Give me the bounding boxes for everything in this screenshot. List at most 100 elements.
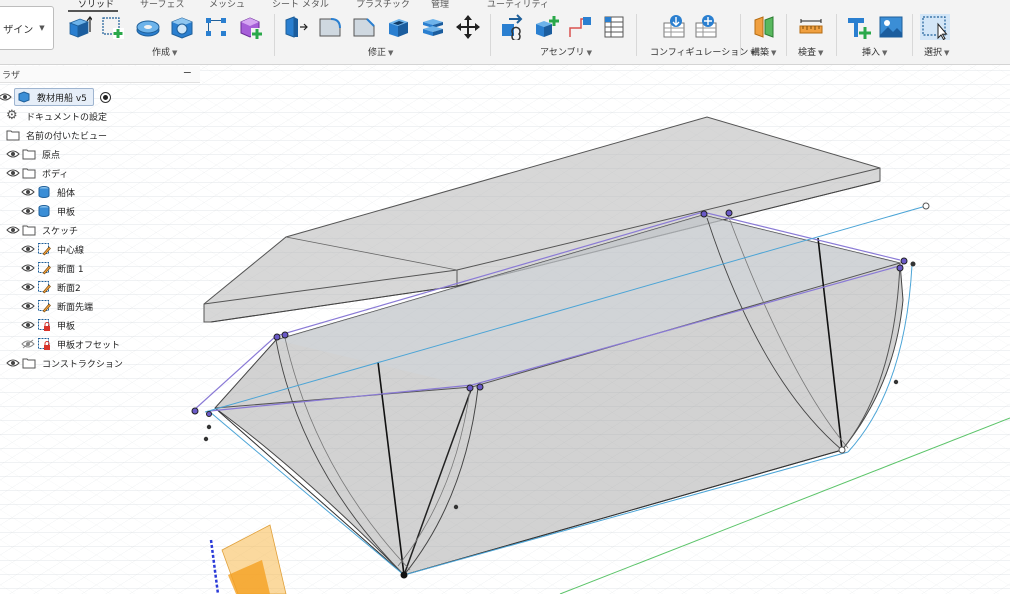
joint-origin-icon[interactable] bbox=[601, 14, 627, 40]
tab-utilities[interactable]: ユーティリティ bbox=[487, 0, 549, 10]
sketch-point[interactable] bbox=[900, 257, 908, 265]
tree-item-origin[interactable]: 原点 bbox=[6, 145, 60, 163]
new-component-icon[interactable] bbox=[499, 14, 525, 40]
hole-icon[interactable] bbox=[169, 14, 195, 40]
eye-icon[interactable] bbox=[21, 301, 35, 311]
select-window-icon[interactable] bbox=[920, 14, 950, 40]
sketch-point[interactable] bbox=[281, 331, 289, 339]
tree-item-sketch-section-1[interactable]: 断面 1 bbox=[21, 259, 84, 277]
tree-item-bodies[interactable]: ボディ bbox=[6, 164, 68, 182]
tab-surface[interactable]: サーフェス bbox=[140, 0, 184, 10]
as-built-joint-icon[interactable] bbox=[567, 14, 593, 40]
tree-item-document-settings[interactable]: ⚙ ドキュメントの設定 bbox=[6, 107, 107, 125]
eye-icon[interactable] bbox=[21, 282, 35, 292]
modify-menu[interactable]: 修正 ▼ bbox=[368, 45, 393, 58]
inspect-menu[interactable]: 検査 ▼ bbox=[798, 45, 823, 58]
construct-menu[interactable]: 構築 ▼ bbox=[751, 45, 776, 58]
sketch-point[interactable] bbox=[476, 383, 484, 391]
configure-table-icon[interactable] bbox=[661, 14, 687, 40]
collapse-browser-button[interactable]: − bbox=[183, 66, 192, 79]
eye-icon[interactable] bbox=[21, 187, 35, 197]
chevron-down-icon: ▼ bbox=[944, 49, 950, 57]
configure-menu-label: コンフィギュレーション bbox=[650, 48, 749, 58]
fillet-icon[interactable] bbox=[317, 14, 343, 40]
tree-item-body-hull[interactable]: 船体 bbox=[21, 183, 75, 201]
create-menu[interactable]: 作成 ▼ bbox=[152, 45, 177, 58]
tree-item-label: スケッチ bbox=[42, 226, 79, 237]
workspace-switcher[interactable]: ザイン ▼ bbox=[0, 6, 54, 50]
sketch-point[interactable] bbox=[191, 407, 199, 415]
eye-icon[interactable] bbox=[6, 225, 20, 235]
group-divider bbox=[786, 14, 787, 56]
sketch-point[interactable] bbox=[206, 411, 212, 417]
eye-icon[interactable] bbox=[0, 92, 12, 102]
press-pull-icon[interactable] bbox=[282, 14, 308, 40]
revolve-icon[interactable] bbox=[135, 14, 161, 40]
eye-icon[interactable] bbox=[6, 149, 20, 159]
tree-item-construction[interactable]: コンストラクション bbox=[6, 354, 123, 372]
sketch-point[interactable] bbox=[466, 384, 474, 392]
sketch-point[interactable] bbox=[453, 504, 459, 510]
tab-plastic[interactable]: プラスチック bbox=[356, 0, 410, 10]
insert-menu[interactable]: 挿入 ▼ bbox=[862, 45, 887, 58]
sketch-point[interactable] bbox=[893, 379, 899, 385]
tree-item-sketch-deck-offset[interactable]: 甲板オフセット bbox=[21, 335, 120, 353]
chamfer-icon[interactable] bbox=[351, 14, 377, 40]
folder-icon bbox=[22, 149, 36, 160]
model-canvas[interactable] bbox=[0, 65, 1010, 594]
create-sketch-icon[interactable] bbox=[100, 14, 126, 40]
sketch-point[interactable] bbox=[896, 264, 904, 272]
activate-radio[interactable] bbox=[99, 91, 111, 103]
insert-canvas-icon[interactable] bbox=[878, 14, 904, 40]
pattern-icon[interactable] bbox=[203, 14, 229, 40]
sketch-point[interactable] bbox=[838, 446, 846, 454]
sketch-point[interactable] bbox=[203, 436, 209, 442]
tree-item-named-views[interactable]: 名前の付いたビュー bbox=[6, 126, 107, 144]
tree-root[interactable]: 教材用船 v5 bbox=[0, 88, 111, 106]
configure-rows-icon[interactable] bbox=[693, 14, 719, 40]
sketch-point[interactable] bbox=[400, 571, 408, 579]
eye-hidden-icon[interactable] bbox=[21, 339, 35, 349]
insert-derive-icon[interactable] bbox=[845, 14, 871, 40]
root-component[interactable]: 教材用船 v5 bbox=[14, 88, 94, 106]
folder-icon bbox=[22, 168, 36, 179]
tab-solid[interactable]: ソリッド bbox=[78, 0, 114, 10]
create-menu-label: 作成 bbox=[152, 48, 171, 58]
sketch-point[interactable] bbox=[922, 202, 930, 210]
root-label: 教材用船 v5 bbox=[37, 93, 87, 104]
tab-sheet-metal[interactable]: シート メタル bbox=[272, 0, 329, 10]
tab-mesh[interactable]: メッシュ bbox=[209, 0, 245, 10]
offset-plane-icon[interactable] bbox=[751, 14, 777, 40]
shell-icon[interactable] bbox=[385, 14, 411, 40]
combine-icon[interactable] bbox=[420, 14, 446, 40]
eye-icon[interactable] bbox=[21, 206, 35, 216]
tree-item-sketch-section-tip[interactable]: 断面先端 bbox=[21, 297, 93, 315]
sketch-point[interactable] bbox=[725, 209, 733, 217]
create-form-icon[interactable] bbox=[238, 14, 264, 40]
sketch-point[interactable] bbox=[206, 424, 212, 430]
assemble-menu[interactable]: アセンブリ ▼ bbox=[540, 45, 592, 58]
eye-icon[interactable] bbox=[6, 358, 20, 368]
tree-item-sketch-centerline[interactable]: 中心線 bbox=[21, 240, 84, 258]
tree-item-body-deck[interactable]: 甲板 bbox=[21, 202, 75, 220]
move-icon[interactable] bbox=[455, 14, 481, 40]
tree-item-sketches[interactable]: スケッチ bbox=[6, 221, 78, 239]
tree-item-sketch-section-2[interactable]: 断面2 bbox=[21, 278, 81, 296]
extrude-icon[interactable] bbox=[66, 14, 92, 40]
sketch-point[interactable] bbox=[910, 261, 916, 267]
chevron-down-icon: ▼ bbox=[771, 49, 777, 57]
eye-icon[interactable] bbox=[21, 263, 35, 273]
joint-icon[interactable] bbox=[533, 14, 559, 40]
sketch-point[interactable] bbox=[273, 333, 281, 341]
sketch-point[interactable] bbox=[700, 210, 708, 218]
select-menu[interactable]: 選択 ▼ bbox=[924, 45, 949, 58]
tab-manage[interactable]: 管理 bbox=[431, 0, 449, 10]
tree-item-sketch-deck[interactable]: 甲板 bbox=[21, 316, 75, 334]
eye-icon[interactable] bbox=[6, 168, 20, 178]
tree-item-label: 甲板 bbox=[57, 321, 76, 332]
eye-icon[interactable] bbox=[21, 320, 35, 330]
sketch-icon bbox=[38, 281, 51, 294]
measure-icon[interactable] bbox=[798, 14, 824, 40]
eye-icon[interactable] bbox=[21, 244, 35, 254]
canvas-viewport[interactable] bbox=[0, 65, 1010, 594]
